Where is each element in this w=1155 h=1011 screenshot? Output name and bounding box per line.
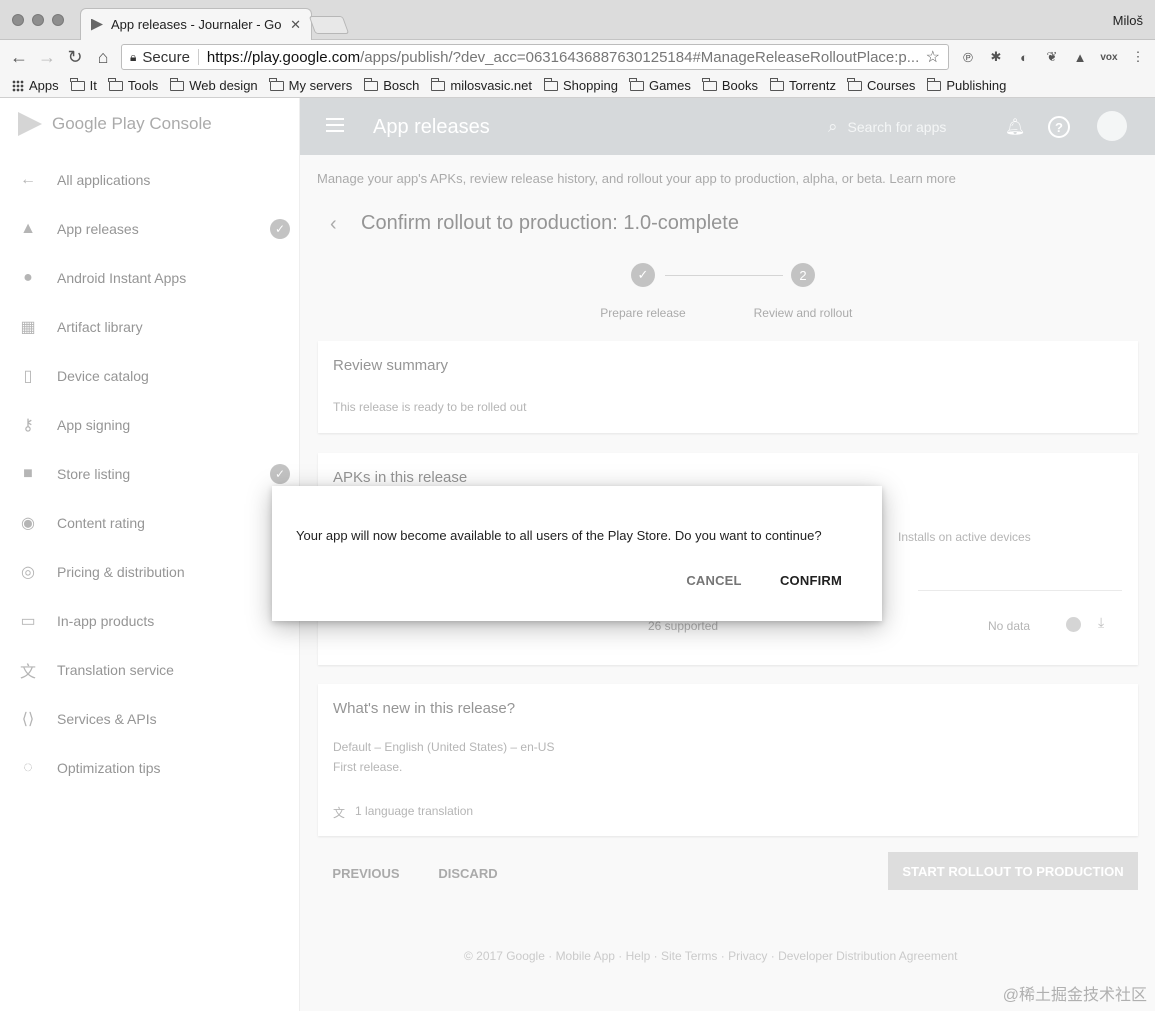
address-separator bbox=[197, 49, 199, 65]
window-close-button[interactable] bbox=[12, 14, 24, 26]
bookmark-folder[interactable]: Shopping bbox=[543, 77, 618, 93]
secure-label: Secure bbox=[142, 48, 190, 66]
folder-icon bbox=[169, 77, 185, 91]
folder-icon bbox=[847, 77, 862, 91]
url-host: https://play.google.com bbox=[206, 48, 361, 66]
vox-extension-icon[interactable]: vox bbox=[1096, 47, 1122, 67]
bookmark-folder[interactable]: Bosch bbox=[363, 77, 419, 93]
bookmark-folder[interactable]: It bbox=[70, 77, 97, 93]
bookmark-star-icon[interactable]: ☆ bbox=[926, 47, 940, 67]
url-path: /apps/publish/?dev_acc=06316436887630125… bbox=[360, 48, 920, 66]
folder-icon bbox=[543, 77, 558, 91]
confirm-button[interactable]: CONFIRM bbox=[772, 566, 850, 594]
browser-titlebar: App releases - Journaler - Goo ✕ Miloš bbox=[0, 0, 1155, 40]
bookmark-folder[interactable]: Games bbox=[629, 77, 691, 93]
bookmark-folder[interactable]: Books bbox=[702, 77, 758, 93]
extension-leaf-icon[interactable]: ❦ bbox=[1042, 47, 1062, 67]
window-zoom-button[interactable] bbox=[52, 14, 64, 26]
cancel-button[interactable]: CANCEL bbox=[676, 566, 752, 594]
tab-title: App releases - Journaler - Goo bbox=[111, 17, 283, 32]
folder-icon bbox=[702, 77, 717, 91]
bookmark-folder[interactable]: milosvasic.net bbox=[430, 77, 532, 93]
folder-icon bbox=[108, 77, 123, 91]
watermark: @稀土掘金技术社区 bbox=[1002, 987, 1147, 1004]
dialog-message: Your app will now become available to al… bbox=[296, 528, 822, 543]
folder-icon bbox=[70, 77, 85, 91]
folder-icon bbox=[926, 77, 942, 91]
bookmarks-bar: Apps It Tools Web design My servers Bosc… bbox=[0, 74, 1155, 98]
reload-icon[interactable]: ↻ bbox=[64, 46, 86, 68]
back-arrow-icon[interactable]: ← bbox=[8, 46, 30, 68]
bookmark-folder[interactable]: Web design bbox=[169, 77, 258, 93]
tab-close-icon[interactable]: ✕ bbox=[290, 17, 301, 33]
bookmark-folder[interactable]: Torrentz bbox=[769, 77, 836, 93]
home-icon[interactable]: ⌂ bbox=[92, 46, 114, 68]
forward-arrow-icon[interactable]: → bbox=[36, 46, 58, 68]
pinterest-icon[interactable]: ℗ bbox=[958, 47, 978, 67]
extension-drive-icon[interactable]: ▲ bbox=[1070, 47, 1090, 67]
browser-menu-icon[interactable]: ⋮ bbox=[1128, 47, 1148, 67]
profile-name[interactable]: Miloš bbox=[1113, 13, 1143, 28]
window-minimize-button[interactable] bbox=[32, 14, 44, 26]
bookmark-folder[interactable]: My servers bbox=[269, 77, 352, 93]
apps-grid-icon bbox=[12, 79, 24, 92]
folder-icon bbox=[629, 77, 644, 91]
new-tab-button[interactable] bbox=[308, 16, 350, 34]
folder-icon bbox=[363, 77, 379, 91]
bookmark-folder[interactable]: Courses bbox=[847, 77, 915, 93]
bookmark-folder[interactable]: Publishing bbox=[926, 77, 1006, 93]
play-favicon-icon bbox=[91, 18, 103, 31]
browser-tab-active[interactable]: App releases - Journaler - Goo ✕ bbox=[80, 8, 312, 40]
lock-icon: 🔒︎ bbox=[130, 49, 137, 64]
folder-icon bbox=[769, 77, 784, 91]
bookmark-apps[interactable]: Apps bbox=[12, 78, 59, 93]
folder-icon bbox=[430, 77, 446, 91]
extension-bug-icon[interactable]: ✱ bbox=[986, 47, 1006, 67]
address-bar[interactable]: 🔒︎ Secure https://play.google.com /apps/… bbox=[121, 44, 949, 70]
confirm-rollout-dialog: Your app will now become available to al… bbox=[272, 486, 882, 621]
bookmark-folder[interactable]: Tools bbox=[108, 77, 158, 93]
extension-shield-icon[interactable]: ◐ bbox=[1014, 47, 1034, 67]
browser-toolbar: ← → ↻ ⌂ 🔒︎ Secure https://play.google.co… bbox=[0, 40, 1155, 74]
folder-icon bbox=[269, 77, 284, 91]
